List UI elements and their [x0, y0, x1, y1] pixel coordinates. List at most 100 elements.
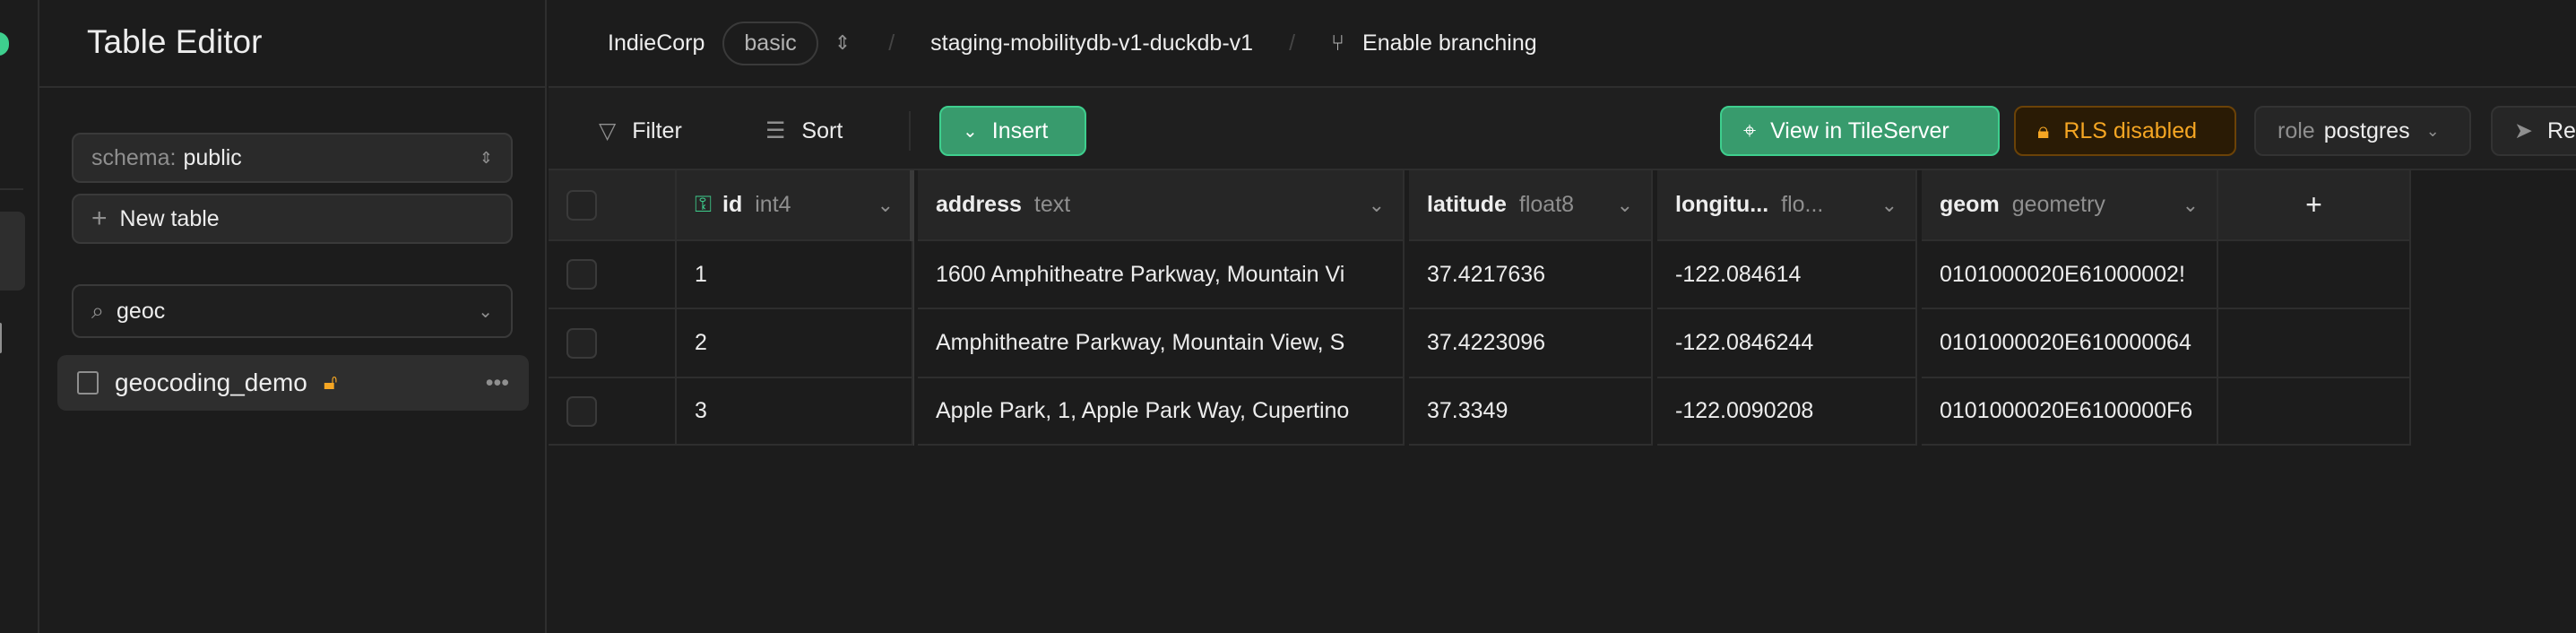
empty-cell	[2218, 241, 2411, 309]
lock-icon: 🔒︎	[2037, 117, 2050, 143]
plus-icon: +	[2305, 188, 2322, 221]
unlock-icon: 🔓︎	[323, 370, 338, 395]
insert-button[interactable]: ⌄ Insert	[939, 106, 1086, 156]
chevron-up-down-icon: ⇕	[479, 148, 493, 167]
row-select-cell[interactable]	[549, 241, 677, 309]
cell-value: Amphitheatre Parkway, Mountain View, S	[936, 330, 1345, 355]
sort-label: Sort	[801, 117, 843, 143]
table-cell[interactable]: 0101000020E610000064	[1922, 309, 2218, 378]
table-cell[interactable]: -122.0846244	[1657, 309, 1917, 378]
select-all-checkbox[interactable]	[566, 189, 597, 221]
filter-label: Filter	[632, 117, 682, 143]
column-name: id	[722, 192, 743, 217]
row-select-cell[interactable]	[549, 378, 677, 446]
column-name: geom	[1940, 192, 2000, 217]
project-name[interactable]: staging-mobilitydb-v1-duckdb-v1	[930, 30, 1253, 56]
cell-value: 1600 Amphitheatre Parkway, Mountain Vi	[936, 261, 1345, 287]
chevron-down-icon: ⌄	[1368, 193, 1385, 216]
table-cell[interactable]: 0101000020E61000002!	[1922, 241, 2218, 309]
sort-icon: ☰	[765, 118, 786, 143]
chevron-down-icon: ⌄	[963, 121, 978, 142]
nav-divider	[0, 188, 23, 190]
empty-cell	[2218, 378, 2411, 446]
chevron-down-icon: ⌄	[1616, 193, 1633, 216]
table-cell[interactable]: Apple Park, 1, Apple Park Way, Cupertino	[918, 378, 1405, 446]
table-list-item[interactable]: geocoding_demo 🔓︎ •••	[57, 355, 529, 411]
realtime-button[interactable]: ➤ Re	[2491, 106, 2576, 156]
grid-toolbar: ▽ Filter ☰ Sort ⌄ Insert ⌖ View in TileS…	[549, 88, 2576, 170]
table-cell[interactable]: 0101000020E6100000F6	[1922, 378, 2218, 446]
nav-item-table-editor[interactable]	[0, 212, 25, 290]
nav-item-sql[interactable]	[0, 323, 2, 353]
view-in-tileserver-button[interactable]: ⌖ View in TileServer	[1720, 106, 2000, 156]
column-header-id[interactable]: ⚿ id int4 ⌄	[677, 170, 913, 241]
cell-value: 0101000020E6100000F6	[1940, 398, 2193, 423]
search-value: geoc	[117, 298, 166, 324]
empty-cell	[2218, 309, 2411, 378]
role-value: postgres	[2323, 117, 2410, 143]
rls-disabled-button[interactable]: 🔒︎ RLS disabled	[2014, 106, 2236, 156]
insert-label: Insert	[991, 117, 1049, 143]
enable-branching-button[interactable]: Enable branching	[1362, 30, 1537, 56]
primary-key-icon: ⚿	[695, 192, 713, 217]
table-cell[interactable]: 37.3349	[1409, 378, 1653, 446]
cell-value: 1	[695, 261, 707, 287]
select-all-cell[interactable]	[549, 170, 677, 241]
table-editor-sidebar: Table Editor schema: public ⇕ + New tabl…	[39, 0, 547, 633]
table-search-input[interactable]: ⌕ geoc ⌄	[72, 284, 513, 338]
column-type: text	[1033, 192, 1071, 217]
cell-value: 37.4223096	[1427, 330, 1546, 355]
table-cell[interactable]: 37.4223096	[1409, 309, 1653, 378]
role-label: role	[2278, 117, 2315, 143]
add-column-button[interactable]: +	[2218, 170, 2411, 241]
more-options-icon[interactable]: •••	[486, 370, 509, 396]
table-cell[interactable]: 3	[677, 378, 913, 446]
table-cell[interactable]: -122.084614	[1657, 241, 1917, 309]
cell-value: -122.084614	[1675, 261, 1802, 287]
filter-button[interactable]: ▽ Filter	[599, 106, 682, 156]
tileserver-label: View in TileServer	[1770, 117, 1949, 143]
logo-icon[interactable]	[0, 32, 9, 56]
column-name: address	[936, 192, 1022, 217]
rls-label: RLS disabled	[2063, 117, 2198, 143]
breadcrumb-separator: /	[1289, 30, 1296, 56]
new-table-button[interactable]: + New table	[72, 194, 513, 244]
cell-value: 3	[695, 398, 707, 423]
row-checkbox[interactable]	[566, 327, 597, 359]
toolbar-divider	[909, 111, 911, 151]
table-cell[interactable]: 37.4217636	[1409, 241, 1653, 309]
column-type: float8	[1518, 192, 1575, 217]
column-type: flo...	[1781, 192, 1824, 217]
column-header-latitude[interactable]: latitude float8 ⌄	[1409, 170, 1653, 241]
sort-button[interactable]: ☰ Sort	[765, 106, 843, 156]
table-cell[interactable]: 2	[677, 309, 913, 378]
row-checkbox[interactable]	[566, 395, 597, 427]
org-name[interactable]: IndieCorp	[608, 30, 705, 56]
role-select[interactable]: role postgres ⌄	[2254, 106, 2471, 156]
column-name: longitu...	[1675, 192, 1769, 217]
chevron-down-icon: ⌄	[877, 193, 894, 216]
sidebar-header: Table Editor	[39, 0, 547, 88]
row-select-cell[interactable]	[549, 309, 677, 378]
org-switcher-icon[interactable]: ⇕	[834, 31, 851, 55]
schema-select[interactable]: schema: public ⇕	[72, 133, 513, 183]
table-cell[interactable]: -122.0090208	[1657, 378, 1917, 446]
column-header-geom[interactable]: geom geometry ⌄	[1922, 170, 2218, 241]
cell-value: 37.3349	[1427, 398, 1508, 423]
breadcrumb: IndieCorp basic ⇕ / staging-mobilitydb-v…	[549, 0, 2576, 88]
chevron-down-icon: ⌄	[2425, 121, 2440, 140]
column-header-longitu[interactable]: longitu... flo... ⌄	[1657, 170, 1917, 241]
nav-rail	[0, 0, 39, 633]
cursor-icon: ➤	[2514, 118, 2533, 143]
table-cell[interactable]: 1	[677, 241, 913, 309]
table-cell[interactable]: 1600 Amphitheatre Parkway, Mountain Vi	[918, 241, 1405, 309]
chevrons-down-icon[interactable]: ⌄	[478, 300, 493, 323]
table-icon	[77, 371, 99, 395]
table-name: geocoding_demo	[115, 369, 307, 396]
row-checkbox[interactable]	[566, 259, 597, 290]
schema-label: schema:	[91, 144, 177, 170]
column-header-address[interactable]: address text ⌄	[918, 170, 1405, 241]
table-cell[interactable]: Amphitheatre Parkway, Mountain View, S	[918, 309, 1405, 378]
chevron-down-icon: ⌄	[1880, 193, 1897, 216]
column-name: latitude	[1427, 192, 1507, 217]
